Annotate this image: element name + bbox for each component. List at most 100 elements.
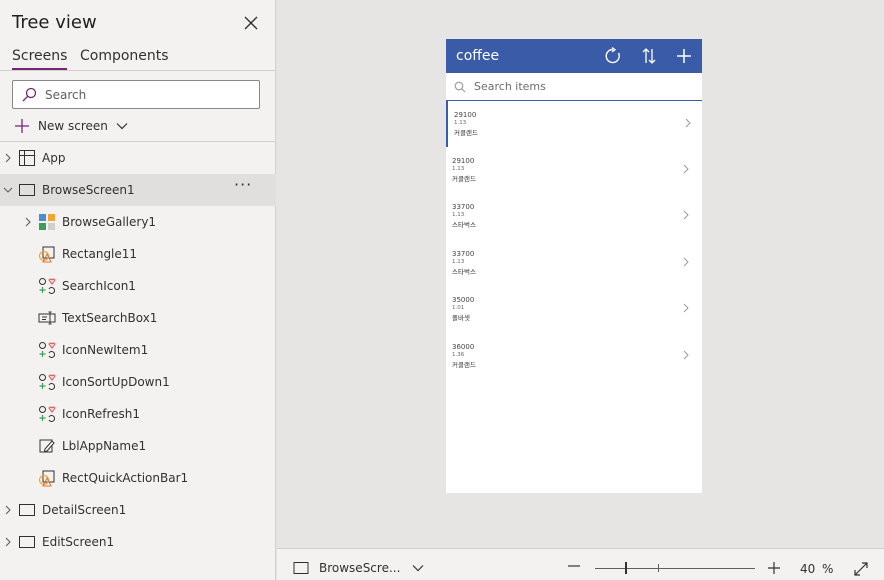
app-preview-screen[interactable]: coffee 29100 1.13 커클랜	[446, 39, 702, 493]
add-item-icon[interactable]	[675, 47, 693, 65]
tree-item-app[interactable]: App	[0, 142, 276, 174]
tab-divider	[0, 70, 276, 71]
search-icon	[22, 87, 37, 101]
new-screen-label: New screen	[38, 119, 108, 133]
zoom-value[interactable]: 40	[800, 562, 815, 576]
tree-item-control[interactable]: IconNewItem1	[0, 334, 276, 366]
tree-item-control[interactable]: BrowseGallery1	[0, 206, 276, 238]
tree-search-input[interactable]	[45, 87, 245, 102]
app-name-label[interactable]: coffee	[456, 48, 499, 64]
screen-icon	[19, 184, 35, 196]
item-title: 33700	[452, 250, 475, 258]
tree-item-label: TextSearchBox1	[62, 311, 158, 325]
gallery-item[interactable]: 33700 1.13 스타벅스	[446, 240, 702, 286]
screen-icon	[293, 562, 309, 574]
zoom-slider-track[interactable]	[595, 568, 755, 569]
tree-item-label: SearchIcon1	[62, 279, 136, 293]
item-body: 스타벅스	[452, 221, 476, 229]
tree-item-label: RectQuickActionBar1	[62, 471, 189, 485]
screen-icon	[19, 536, 35, 548]
chevron-right-icon[interactable]	[3, 153, 13, 163]
tab-components[interactable]: Components	[80, 48, 169, 68]
tree-item-label: IconRefresh1	[62, 407, 141, 421]
design-canvas[interactable]: coffee 29100 1.13 커클랜	[277, 0, 884, 548]
item-title: 36000	[452, 343, 475, 351]
tree-item-control[interactable]: TextSearchBox1	[0, 302, 276, 334]
tree-item-label: Rectangle11	[62, 247, 138, 261]
app-header-bar: coffee	[446, 39, 702, 73]
tree-item-label: DetailScreen1	[42, 503, 127, 517]
item-subtitle: 1.13	[454, 120, 467, 126]
item-title: 29100	[452, 157, 475, 165]
shape-icon	[38, 470, 55, 487]
chevron-right-icon[interactable]	[682, 210, 690, 220]
gallery-item[interactable]: 36000 1.36 커클랜드	[446, 333, 702, 379]
chevron-right-icon[interactable]	[682, 303, 690, 313]
gallery-icon	[39, 214, 55, 230]
tree-item-control[interactable]: Rectangle11	[0, 238, 276, 270]
tree-view-panel: Tree view Screens Components New screen …	[0, 0, 276, 580]
search-icon[interactable]	[454, 81, 466, 93]
text-search-input[interactable]	[474, 80, 684, 93]
tree-item-browse-screen[interactable]: BrowseScreen1 ···	[0, 174, 276, 206]
app-search-box[interactable]	[446, 73, 702, 101]
tree-item-label: BrowseGallery1	[62, 215, 157, 229]
zoom-slider-tick	[658, 564, 659, 572]
shape-icon	[38, 246, 55, 263]
icons-icon	[39, 278, 56, 294]
icons-icon	[39, 342, 56, 358]
tab-screens[interactable]: Screens	[12, 48, 68, 70]
chevron-down-icon[interactable]	[3, 185, 13, 195]
item-title: 29100	[454, 111, 477, 119]
chevron-down-icon	[412, 565, 424, 572]
tree-item-label: EditScreen1	[42, 535, 115, 549]
item-body: 커클랜드	[452, 175, 476, 183]
tree-item-label: IconNewItem1	[62, 343, 149, 357]
gallery-item[interactable]: 29100 1.13 커클랜드	[446, 101, 702, 147]
tree-item-label: IconSortUpDown1	[62, 375, 170, 389]
status-bar: BrowseScre... 40 %	[277, 548, 884, 580]
gallery-item[interactable]: 35000 1.01 폴바셋	[446, 286, 702, 332]
chevron-down-icon	[116, 123, 128, 130]
tree-item-control[interactable]: RectQuickActionBar1	[0, 462, 276, 494]
item-body: 커클랜드	[452, 361, 476, 369]
zoom-unit: %	[822, 562, 834, 576]
chevron-right-icon[interactable]	[682, 257, 690, 267]
icons-icon	[39, 374, 56, 390]
chevron-right-icon[interactable]	[23, 217, 33, 227]
item-title: 33700	[452, 203, 475, 211]
gallery-item[interactable]: 33700 1.13 스타벅스	[446, 193, 702, 239]
chevron-right-icon[interactable]	[682, 164, 690, 174]
tree-item-control[interactable]: IconRefresh1	[0, 398, 276, 430]
screen-icon	[19, 504, 35, 516]
tree-item-edit-screen[interactable]: EditScreen1	[0, 526, 276, 558]
panel-title: Tree view	[12, 12, 97, 33]
chevron-right-icon[interactable]	[3, 505, 13, 515]
zoom-out-icon[interactable]	[567, 559, 581, 573]
chevron-right-icon[interactable]	[684, 118, 692, 128]
tree-item-detail-screen[interactable]: DetailScreen1	[0, 494, 276, 526]
tree-item-control[interactable]: LblAppName1	[0, 430, 276, 462]
screen-selector-dropdown[interactable]: BrowseScre...	[293, 561, 424, 575]
item-subtitle: 1.13	[452, 212, 465, 218]
refresh-icon[interactable]	[604, 47, 622, 65]
zoom-slider-thumb[interactable]	[625, 562, 627, 574]
new-screen-button[interactable]: New screen	[14, 116, 128, 136]
zoom-in-icon[interactable]	[767, 561, 781, 575]
tree-item-label: App	[42, 151, 66, 165]
app-icon	[19, 150, 35, 166]
fullscreen-icon[interactable]	[853, 561, 869, 577]
close-icon[interactable]	[241, 13, 261, 33]
sort-up-down-icon[interactable]	[640, 47, 658, 65]
tree-item-control[interactable]: SearchIcon1	[0, 270, 276, 302]
label-icon	[39, 439, 55, 453]
more-options-icon[interactable]: ···	[234, 177, 254, 196]
chevron-right-icon[interactable]	[3, 537, 13, 547]
tree-item-label: LblAppName1	[62, 439, 147, 453]
item-subtitle: 1.36	[452, 352, 465, 358]
tree-item-control[interactable]: IconSortUpDown1	[0, 366, 276, 398]
chevron-right-icon[interactable]	[682, 350, 690, 360]
gallery-item[interactable]: 29100 1.13 커클랜드	[446, 147, 702, 193]
tree-search-box[interactable]	[12, 80, 260, 109]
icons-icon	[39, 406, 56, 422]
